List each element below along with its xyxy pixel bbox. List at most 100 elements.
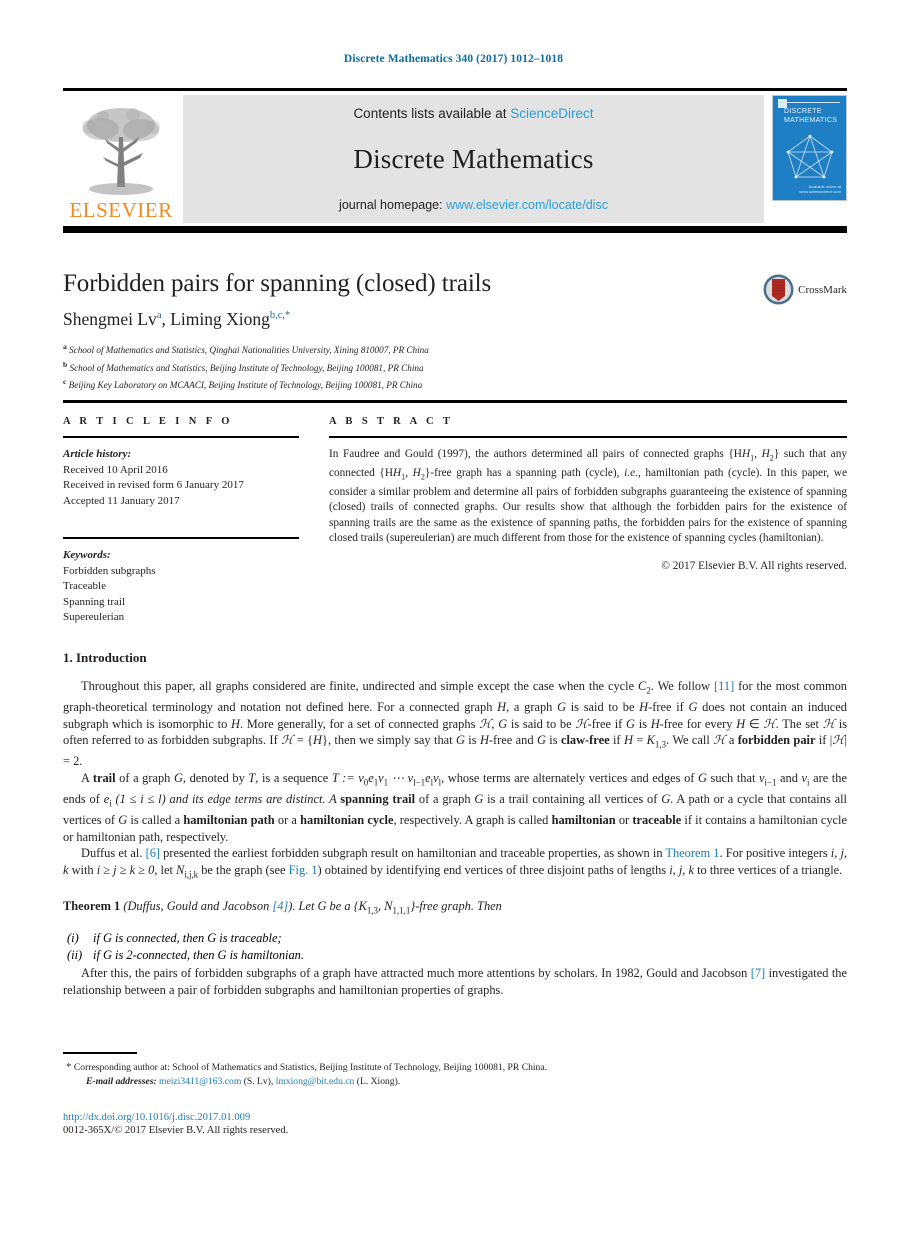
keywords-rule <box>63 537 299 539</box>
p1-G5: G <box>455 733 465 748</box>
p1-seg13: -free for every <box>659 716 737 731</box>
p1-H5: H <box>736 716 746 731</box>
masthead-top-rule <box>63 88 847 91</box>
footnote-rule <box>63 1052 137 1054</box>
p2-G1: G <box>173 770 183 785</box>
p2-seg13: is called a <box>127 813 184 828</box>
p1-seg25: if | <box>815 733 833 748</box>
cover-footer-text: Available online at www.sciencedirect.co… <box>799 184 841 194</box>
homepage-prefix: journal homepage: <box>339 198 447 212</box>
p2-vi1: vi−1 <box>759 770 777 788</box>
p1-G6: G <box>536 733 546 748</box>
citation-7[interactable]: [7] <box>751 966 765 980</box>
affiliation-b-text: School of Mathematics and Statistics, Be… <box>69 362 424 373</box>
p1-Hcal7: ℋ <box>832 733 845 748</box>
list-item: (i) if G is connected, then G is traceabl… <box>63 930 847 948</box>
masthead-bottom-rule <box>63 226 847 233</box>
p2-seg9: (1 ≤ i ≤ l) and its edge terms are disti… <box>111 791 341 806</box>
theorem-item-text: if G is connected, then G is traceable; <box>93 930 282 945</box>
affiliation-a: a School of Mathematics and Statistics, … <box>63 340 847 358</box>
p2-seg2: of a graph <box>115 770 174 785</box>
link-figure-1[interactable]: Fig. 1 <box>289 863 318 877</box>
theorem-stmt-sub2: 1,1,1 <box>392 905 411 916</box>
p3-inequality: i ≥ j ≥ k ≥ 0 <box>96 862 155 877</box>
crossmark-badge[interactable]: CrossMark <box>763 274 847 305</box>
p1-Hcal4: ℋ <box>822 716 835 731</box>
citation-11[interactable]: [11] <box>714 679 734 693</box>
doi-link[interactable]: http://dx.doi.org/10.1016/j.disc.2017.01… <box>63 1112 847 1123</box>
issn-copyright-line: 0012-365X/© 2017 Elsevier B.V. All right… <box>63 1124 289 1136</box>
p1-seg12: is <box>634 716 651 731</box>
p2-ei: ei <box>103 791 112 809</box>
p2-seg11: is a trail containing all vertices of <box>483 791 662 806</box>
crossmark-label: CrossMark <box>798 283 847 296</box>
affiliation-a-label: a <box>63 342 67 351</box>
p3-seg3: . For positive integers <box>719 846 831 861</box>
theorem-stmt-c: }-free graph. Then <box>410 898 502 913</box>
list-item: (ii) if G is 2-connected, then G is hamil… <box>63 947 847 965</box>
pentagram-graph-icon <box>786 134 834 179</box>
affiliation-b: b School of Mathematics and Statistics, … <box>63 358 847 376</box>
contents-prefix: Contents lists available at <box>353 106 511 121</box>
corresponding-author-note: * Corresponding author at: School of Mat… <box>63 1060 847 1076</box>
journal-homepage-link[interactable]: www.elsevier.com/locate/disc <box>446 198 608 212</box>
p1-G4: G <box>626 716 635 731</box>
journal-cover: DISCRETE MATHEMATICS Available online at… <box>772 95 847 223</box>
p2-G4: G <box>661 791 671 806</box>
sciencedirect-link[interactable]: ScienceDirect <box>510 106 593 121</box>
abstract-seg-3: -free graph has a spanning path (cycle), <box>430 466 625 479</box>
running-head: Discrete Mathematics 340 (2017) 1012–101… <box>343 53 564 65</box>
p2-seg15: , respectively. A graph is called <box>393 813 552 828</box>
citation-4[interactable]: [4] <box>272 899 288 913</box>
paragraph-intro-3: Duffus et al. [6] presented the earliest… <box>63 845 847 883</box>
elsevier-logo: ELSEVIER <box>63 95 179 223</box>
paragraph-intro-1: Throughout this paper, all graphs consid… <box>63 678 847 770</box>
history-revised: Received in revised form 6 January 2017 <box>63 479 244 491</box>
term-traceable: traceable <box>632 813 682 828</box>
p1-H6: H <box>313 733 322 748</box>
p3-N: Ni,j,k <box>176 863 198 879</box>
email-owner-1: (S. Lv), <box>241 1076 276 1087</box>
p2-G2: G <box>698 770 707 785</box>
p1-seg24: a <box>725 733 738 748</box>
p2-seg5: , whose terms are alternately vertices a… <box>441 770 698 785</box>
p1-Hcal: ℋ <box>479 716 492 731</box>
p1-seg23: . We call <box>666 733 714 748</box>
p1-seg2: . We follow <box>650 679 715 693</box>
article-history-label: Article history: <box>63 448 132 460</box>
p1-H2: H <box>639 700 649 715</box>
theorem-1-header: Theorem 1 (Duffus, Gould and Jacobson [4… <box>63 898 847 919</box>
footnote-star: * <box>66 1060 72 1073</box>
p1-seg16: = { <box>293 733 314 748</box>
keyword-item: Forbidden subgraphs <box>63 564 156 577</box>
theorem-1-items: (i) if G is connected, then G is traceabl… <box>63 930 847 965</box>
theorem-1-attribution-end: ). <box>288 898 299 913</box>
p2-G3: G <box>474 791 484 806</box>
p1-K13-sub: 1,3 <box>654 739 667 750</box>
p1-in: ∈ <box>745 716 764 731</box>
p1-seg10: is said to be <box>507 716 576 731</box>
article-body: 1. Introduction Throughout this paper, a… <box>63 650 847 998</box>
link-theorem-1[interactable]: Theorem 1 <box>665 846 719 860</box>
page-footer: * Corresponding author at: School of Mat… <box>63 1052 847 1136</box>
email-link-1[interactable]: meizi3411@163.com <box>159 1076 241 1087</box>
theorem-item-text: if G is 2-connected, then G is hamiltoni… <box>93 948 304 963</box>
email-link-2[interactable]: lmxiong@bit.edu.cn <box>276 1076 355 1087</box>
keywords-label: Keywords: <box>63 549 111 561</box>
p1-G: G <box>557 700 567 715</box>
p2-G5: G <box>118 813 128 828</box>
p3-seg6: be the graph (see <box>198 862 289 877</box>
corresponding-author-text: Corresponding author at: School of Mathe… <box>73 1061 548 1073</box>
citation-6[interactable]: [6] <box>146 846 160 860</box>
info-abstract-columns: A R T I C L E I N F O Article history: R… <box>63 416 847 626</box>
article-info-rule <box>63 436 299 438</box>
article-info-heading: A R T I C L E I N F O <box>63 416 233 427</box>
cover-journal-name: DISCRETE MATHEMATICS <box>784 108 837 125</box>
author-2-affil-marker[interactable]: b,c,* <box>270 310 290 321</box>
article-info-column: A R T I C L E I N F O Article history: R… <box>63 416 299 626</box>
cover-top-rule <box>779 102 840 103</box>
p2-seg7: and <box>776 770 802 785</box>
journal-masthead: ELSEVIER Contents lists available at Sci… <box>63 88 847 233</box>
paragraph-intro-2: A trail of a graph G, denoted by T, is a… <box>63 770 847 845</box>
p1-seg8: . More generally, for a set of connected… <box>239 716 480 731</box>
